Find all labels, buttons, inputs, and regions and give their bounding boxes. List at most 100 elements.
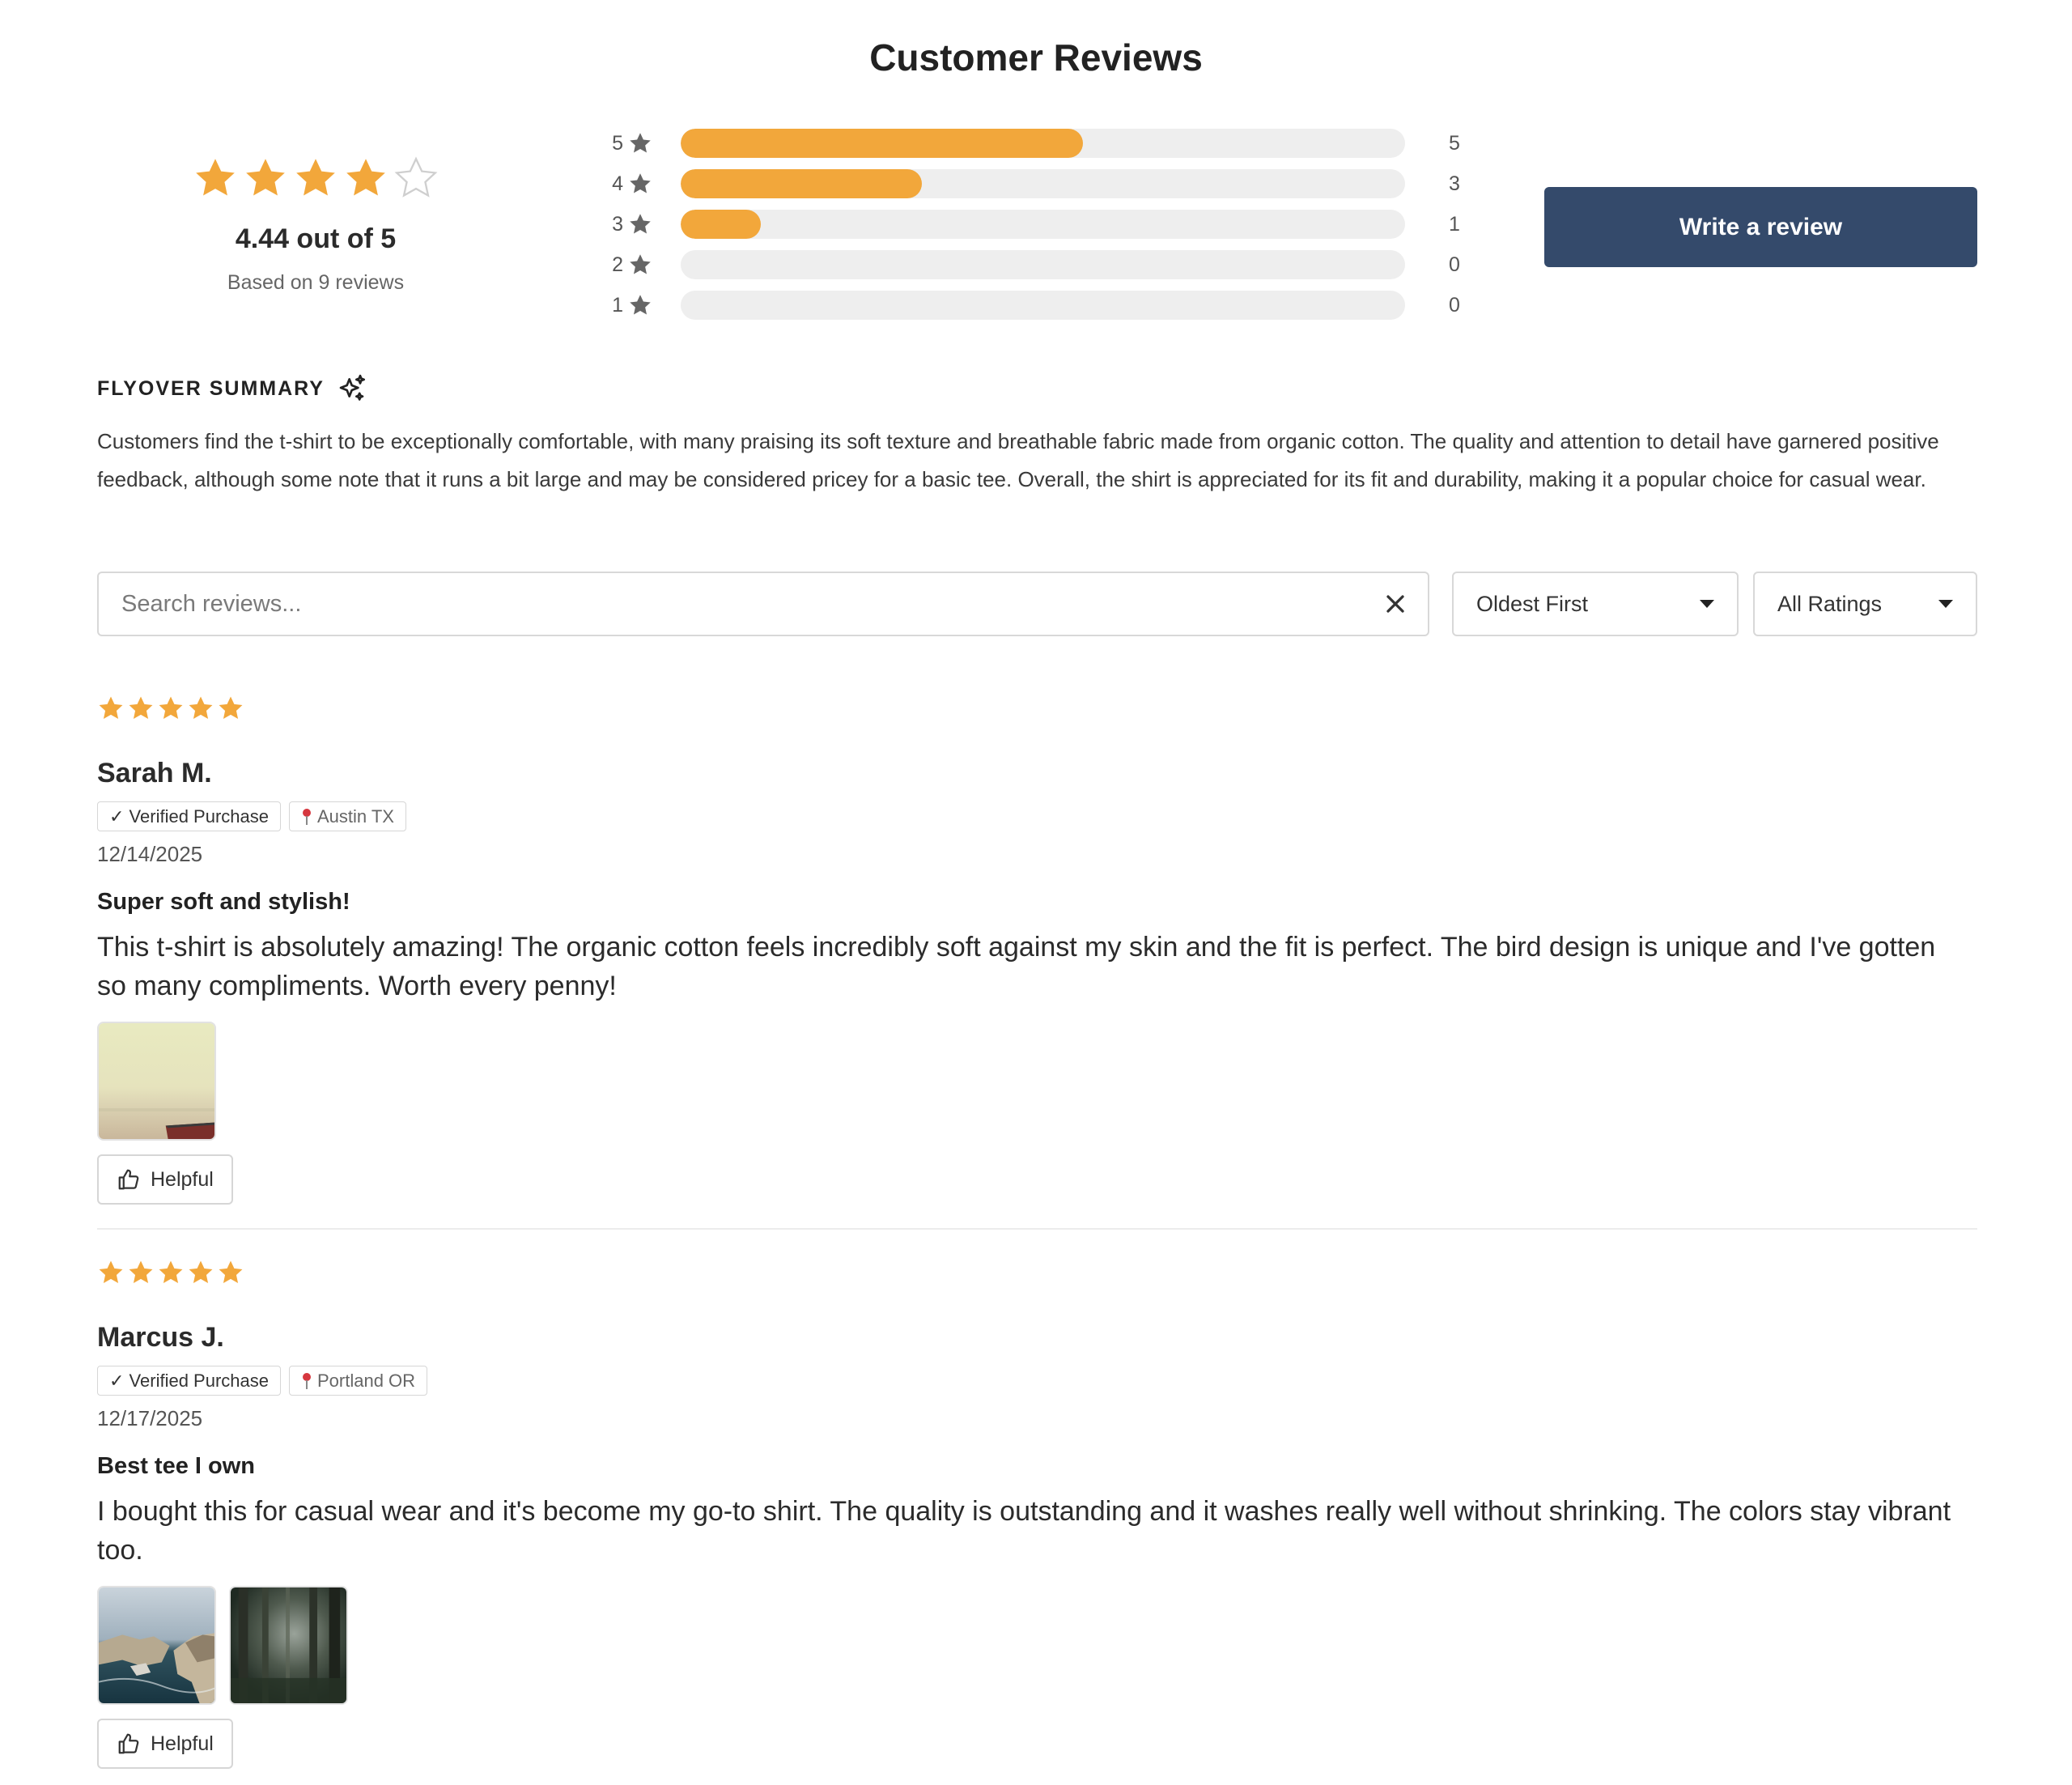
star-empty-icon xyxy=(394,156,438,198)
histogram-count: 0 xyxy=(1449,293,1460,317)
sparkles-icon xyxy=(339,374,365,401)
forest-photo xyxy=(231,1587,346,1703)
review-divider xyxy=(97,1228,1977,1230)
star-full-icon xyxy=(189,696,213,720)
caret-down-icon xyxy=(1700,600,1714,608)
helpful-label: Helpful xyxy=(151,1167,214,1191)
histogram-count: 0 xyxy=(1449,253,1460,276)
search-input[interactable] xyxy=(121,573,1352,635)
star-full-icon xyxy=(159,1260,183,1284)
review-title: Super soft and stylish! xyxy=(97,889,350,915)
star-full-icon xyxy=(296,159,335,196)
histogram-count: 3 xyxy=(1449,172,1460,195)
star-full-icon xyxy=(129,1260,153,1284)
rating-filter-dropdown[interactable]: All Ratings xyxy=(1753,572,1977,636)
reviewer-name: Sarah M. xyxy=(97,758,212,788)
review-item: Marcus J. ✓ Verified Purchase Portland O… xyxy=(97,1259,1977,1769)
star-icon xyxy=(630,214,651,234)
helpful-button[interactable]: Helpful xyxy=(97,1154,233,1205)
verified-purchase-badge: ✓ Verified Purchase xyxy=(97,801,281,831)
beach-haze-photo xyxy=(99,1023,214,1139)
search-box xyxy=(97,572,1429,636)
histogram-star-label: 5 xyxy=(612,131,623,155)
review-photo-thumbnail[interactable] xyxy=(97,1586,216,1705)
star-full-icon xyxy=(219,696,243,720)
review-photo-thumbnail[interactable] xyxy=(229,1586,348,1705)
star-full-icon xyxy=(99,696,123,720)
flyover-summary-title: FLYOVER SUMMARY xyxy=(97,376,325,400)
histogram-bar-fill xyxy=(681,169,923,198)
histogram-count: 1 xyxy=(1449,212,1460,236)
histogram-star-label: 1 xyxy=(612,293,623,317)
pin-icon xyxy=(302,808,311,825)
rating-histogram: 5543312010 xyxy=(599,123,1481,325)
pin-icon xyxy=(302,1372,311,1389)
review-count-text: Based on 9 reviews xyxy=(227,271,405,294)
review-title: Best tee I own xyxy=(97,1453,255,1479)
caret-down-icon xyxy=(1938,600,1953,608)
review-date: 12/17/2025 xyxy=(97,1406,203,1430)
histogram-bar-fill xyxy=(681,210,762,239)
location-text: Portland OR xyxy=(316,1370,416,1391)
location-text: Austin TX xyxy=(316,805,394,827)
histogram-star-label: 4 xyxy=(612,172,623,195)
star-icon xyxy=(630,133,651,153)
sort-dropdown-value: Oldest First xyxy=(1476,591,1589,616)
histogram-star-label: 3 xyxy=(612,212,623,236)
review-photo-thumbnail[interactable] xyxy=(97,1022,216,1141)
flyover-summary-header: FLYOVER SUMMARY xyxy=(97,372,368,405)
close-icon[interactable] xyxy=(1381,589,1410,618)
review-item: Sarah M. ✓ Verified Purchase Austin TX 1… xyxy=(97,695,1977,1205)
thumbs-up-icon xyxy=(118,1733,139,1754)
histogram-row[interactable]: 55 xyxy=(599,123,1481,164)
histogram-bar-track xyxy=(681,291,1405,320)
histogram-bar-track xyxy=(681,169,1405,198)
star-full-icon xyxy=(189,1260,213,1284)
star-icon xyxy=(630,295,651,315)
histogram-count: 5 xyxy=(1449,131,1460,155)
page-title: Customer Reviews xyxy=(869,36,1203,79)
review-date: 12/14/2025 xyxy=(97,842,203,866)
histogram-row[interactable]: 20 xyxy=(599,244,1481,285)
star-icon xyxy=(630,254,651,274)
star-full-icon xyxy=(159,696,183,720)
write-review-button[interactable]: Write a review xyxy=(1544,187,1977,267)
star-full-icon xyxy=(219,1260,243,1284)
star-full-icon xyxy=(99,1260,123,1284)
histogram-star-label: 2 xyxy=(612,253,623,276)
average-rating-text: 4.44 out of 5 xyxy=(235,223,397,254)
review-photos xyxy=(97,1022,216,1141)
flyover-summary-text: Customers find the t-shirt to be excepti… xyxy=(97,429,1939,491)
histogram-bar-track xyxy=(681,250,1405,279)
review-stars xyxy=(97,695,1977,722)
star-full-icon xyxy=(246,159,285,196)
histogram-row[interactable]: 31 xyxy=(599,204,1481,244)
reviewer-badges: ✓ Verified Purchase Austin TX xyxy=(97,801,406,831)
coastal-cliffs-photo xyxy=(99,1587,214,1703)
star-icon xyxy=(630,173,651,193)
rating-filter-value: All Ratings xyxy=(1777,591,1883,616)
histogram-bar-track xyxy=(681,210,1405,239)
verified-purchase-badge: ✓ Verified Purchase xyxy=(97,1366,281,1396)
helpful-button[interactable]: Helpful xyxy=(97,1719,233,1769)
review-body: I bought this for casual wear and it's b… xyxy=(97,1496,1951,1566)
location-badge: Portland OR xyxy=(288,1366,428,1396)
histogram-bar-track xyxy=(681,129,1405,158)
review-photos xyxy=(97,1586,348,1705)
average-rating-summary: 4.44 out of 5 Based on 9 reviews xyxy=(162,155,469,295)
reviewer-name: Marcus J. xyxy=(97,1322,224,1353)
thumbs-up-icon xyxy=(118,1169,139,1190)
star-full-icon xyxy=(196,159,235,196)
star-full-icon xyxy=(346,159,385,196)
histogram-row[interactable]: 43 xyxy=(599,164,1481,204)
review-stars xyxy=(97,1259,1977,1286)
review-body: This t-shirt is absolutely amazing! The … xyxy=(97,932,1936,1001)
star-full-icon xyxy=(129,696,153,720)
histogram-bar-fill xyxy=(681,129,1084,158)
location-badge: Austin TX xyxy=(288,801,406,831)
helpful-label: Helpful xyxy=(151,1732,214,1755)
sort-dropdown[interactable]: Oldest First xyxy=(1452,572,1739,636)
reviewer-badges: ✓ Verified Purchase Portland OR xyxy=(97,1366,428,1396)
average-stars xyxy=(162,155,469,206)
histogram-row[interactable]: 10 xyxy=(599,285,1481,325)
